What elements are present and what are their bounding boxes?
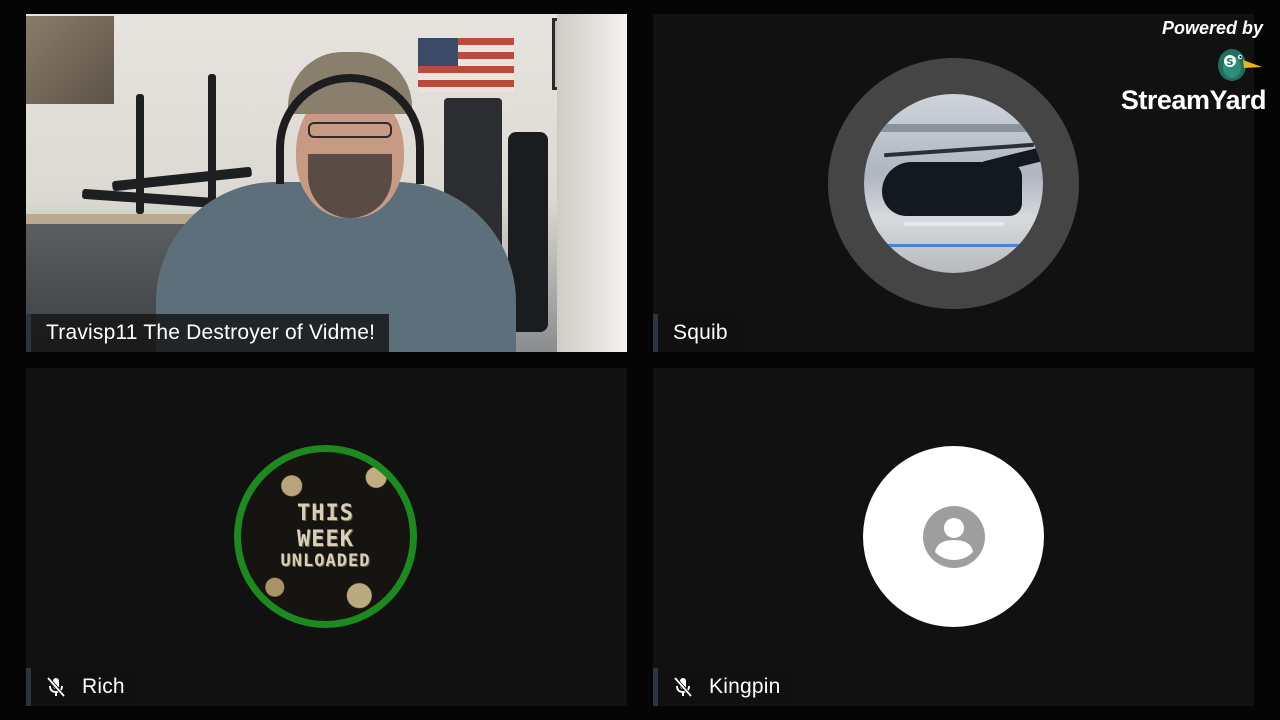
participant-name: Travisp11 The Destroyer of Vidme! [46, 321, 376, 344]
helicopter-body [882, 162, 1022, 216]
rifle-shape [111, 166, 253, 192]
participant-name: Squib [673, 321, 728, 344]
avatar-text-line: THIS [297, 501, 354, 527]
participant-tile-kingpin[interactable]: Kingpin [653, 368, 1254, 706]
participant-tile-rich[interactable]: THIS WEEK UNLOADED Rich [26, 368, 627, 706]
helicopter-skid [904, 222, 1004, 226]
wall-poster [26, 16, 114, 104]
avatar-text-line: WEEK [297, 526, 354, 552]
avatar-text-line: UNLOADED [280, 551, 371, 572]
this-week-unloaded-avatar: THIS WEEK UNLOADED [241, 452, 410, 621]
participant-name-tag: Kingpin [653, 668, 795, 706]
participant-avatar-ring: THIS WEEK UNLOADED [234, 445, 417, 628]
rifle-shape [208, 74, 216, 204]
camera-video-feed [26, 14, 627, 352]
participant-name: Kingpin [709, 675, 781, 698]
participant-name-tag: Squib [653, 314, 742, 352]
helicopter-avatar-photo [864, 94, 1043, 273]
participant-tile-travisp11[interactable]: Travisp11 The Destroyer of Vidme! [26, 14, 627, 352]
duck-logo-icon: S [1218, 49, 1262, 81]
stream-stage: Travisp11 The Destroyer of Vidme! Squib … [0, 0, 1280, 720]
participant-name-tag: Rich [26, 668, 139, 706]
wall-flag [418, 38, 514, 92]
default-avatar [863, 446, 1044, 627]
participant-name-tag: Travisp11 The Destroyer of Vidme! [26, 314, 390, 352]
participant-avatar-ring [828, 58, 1079, 309]
streamyard-wordmark: StreamYard [1120, 85, 1267, 115]
mic-muted-icon [673, 676, 693, 698]
default-person-icon [922, 505, 985, 568]
streamyard-branding: Powered by S StreamYard [1116, 18, 1267, 116]
svg-text:S: S [1226, 57, 1233, 68]
powered-by-label: Powered by [1161, 18, 1263, 38]
wall-panel [557, 14, 627, 352]
mic-muted-icon [46, 676, 66, 698]
hangar-beam [864, 124, 1043, 132]
participant-name: Rich [82, 675, 125, 698]
hangar-floor-line [864, 244, 1043, 247]
